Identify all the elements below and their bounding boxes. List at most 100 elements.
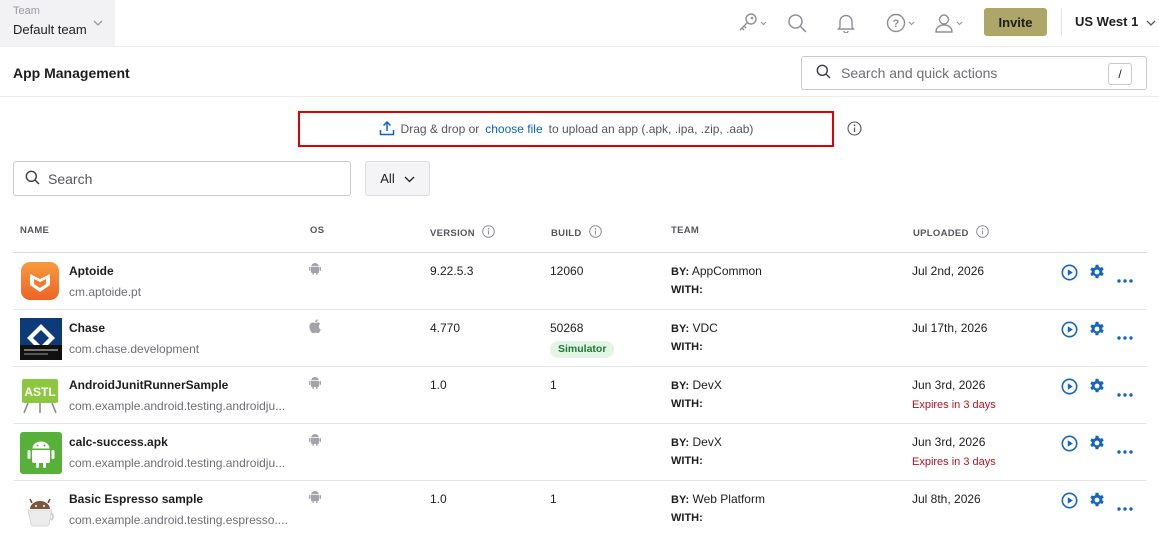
team-by: BY: Web Platform [671, 492, 765, 506]
uploaded-date: Jul 2nd, 2026 [912, 264, 985, 278]
team-by: BY: VDC [671, 321, 718, 335]
team-by-value: Web Platform [692, 492, 765, 506]
chevron-down-icon [93, 14, 103, 29]
app-package: com.example.android.testing.androidju... [69, 456, 286, 470]
team-by: BY: DevX [671, 378, 722, 392]
more-options-icon[interactable] [1117, 442, 1133, 457]
upload-prefix: Drag & drop or [400, 122, 480, 136]
app-name[interactable]: calc-success.apk [69, 435, 168, 449]
more-options-icon[interactable] [1117, 271, 1133, 286]
column-header-build[interactable]: BUILD [551, 225, 602, 241]
column-header-uploaded[interactable]: UPLOADED [913, 225, 989, 241]
android-icon [309, 433, 321, 449]
table-row[interactable]: Chase com.chase.development 4.770 50268 … [13, 310, 1147, 367]
astl-icon-text: ASTL [24, 385, 55, 399]
region-selector[interactable]: US West 1 [1075, 14, 1156, 29]
play-icon[interactable] [1061, 378, 1078, 398]
more-options-icon[interactable] [1117, 328, 1133, 343]
info-icon[interactable] [847, 121, 862, 139]
column-header-label: VERSION [430, 227, 475, 239]
app-version: 1.0 [430, 492, 447, 506]
search-icon[interactable] [787, 12, 807, 34]
app-package: com.chase.development [69, 342, 200, 356]
svg-text:?: ? [893, 18, 900, 30]
team-by-value: DevX [692, 435, 722, 449]
app-name[interactable]: AndroidJunitRunnerSample [69, 378, 228, 392]
column-header-os[interactable]: OS [310, 225, 324, 236]
user-icon[interactable] [934, 12, 966, 34]
expiry-warning: Expires in 3 days [912, 456, 996, 468]
gear-icon[interactable] [1089, 378, 1105, 397]
uploaded-date: Jul 8th, 2026 [912, 492, 981, 506]
os-filter-value: All [380, 171, 395, 186]
uploaded-date: Jun 3rd, 2026 [912, 435, 986, 449]
key-icon[interactable] [737, 12, 769, 34]
invite-button[interactable]: Invite [984, 8, 1047, 36]
column-header-label: OS [310, 225, 325, 236]
upload-suffix: to upload an app (.apk, .ipa, .zip, .aab… [548, 122, 754, 136]
app-name[interactable]: Chase [69, 321, 105, 335]
gear-icon[interactable] [1089, 264, 1105, 283]
play-icon[interactable] [1061, 321, 1078, 341]
with-label: WITH: [671, 512, 703, 524]
table-row[interactable]: Aptoide cm.aptoide.pt 9.22.5.3 12060 BY:… [13, 253, 1147, 310]
app-build: 1 [550, 378, 557, 392]
upload-icon [379, 120, 395, 139]
search-input[interactable]: Search [13, 161, 351, 196]
by-label: BY: [671, 266, 690, 278]
play-icon[interactable] [1061, 492, 1078, 512]
team-selector[interactable]: Team Default team [0, 0, 115, 46]
column-header-label: UPLOADED [913, 227, 969, 239]
simulator-badge: Simulator [550, 341, 615, 358]
app-package: com.example.android.testing.androidju... [69, 399, 286, 413]
chase-app-icon [20, 318, 62, 360]
column-header-name[interactable]: NAME [20, 225, 49, 236]
play-icon[interactable] [1061, 264, 1078, 284]
chevron-down-icon [1146, 14, 1156, 29]
region-value: US West 1 [1075, 14, 1139, 29]
search-placeholder: Search [48, 170, 93, 187]
gear-icon[interactable] [1089, 492, 1105, 511]
app-build: 50268 [550, 321, 584, 335]
app-build: 12060 [550, 264, 584, 278]
quick-search-placeholder: Search and quick actions [841, 65, 998, 81]
info-icon[interactable] [482, 225, 495, 241]
column-header-label: TEAM [671, 225, 700, 236]
with-label: WITH: [671, 398, 703, 410]
gear-icon[interactable] [1089, 321, 1105, 340]
app-name[interactable]: Aptoide [69, 264, 114, 278]
with-label: WITH: [671, 284, 703, 296]
with-label: WITH: [671, 455, 703, 467]
choose-file-link[interactable]: choose file [485, 122, 542, 136]
more-options-icon[interactable] [1117, 385, 1133, 400]
quick-search-input[interactable]: Search and quick actions / [801, 56, 1147, 90]
aptoide-app-icon [20, 261, 60, 301]
column-header-team[interactable]: TEAM [671, 225, 699, 236]
column-header-version[interactable]: VERSION [430, 225, 495, 241]
play-icon[interactable] [1061, 435, 1078, 455]
help-icon[interactable]: ? [886, 12, 918, 34]
by-label: BY: [671, 494, 690, 506]
by-label: BY: [671, 437, 690, 449]
os-filter-dropdown[interactable]: All [365, 161, 430, 196]
more-options-icon[interactable] [1117, 499, 1133, 514]
app-package: cm.aptoide.pt [69, 285, 142, 299]
gear-icon[interactable] [1089, 435, 1105, 454]
bell-icon[interactable] [837, 12, 855, 34]
shortcut-key-badge: / [1108, 63, 1132, 85]
app-version: 4.770 [430, 321, 461, 335]
table-row[interactable]: Basic Espresso sample com.example.androi… [13, 481, 1147, 535]
table-row[interactable]: calc-success.apk com.example.android.tes… [13, 424, 1147, 481]
upload-drop-zone[interactable]: Drag & drop or choose file to upload an … [298, 111, 834, 147]
app-name[interactable]: Basic Espresso sample [69, 492, 203, 506]
info-icon[interactable] [588, 225, 602, 241]
search-icon [25, 170, 40, 188]
column-header-label: BUILD [551, 227, 582, 239]
info-icon[interactable] [975, 225, 989, 241]
uploaded-date: Jul 17th, 2026 [912, 321, 988, 335]
table-row[interactable]: ASTL AndroidJunitRunnerSample com.exampl… [13, 367, 1147, 424]
page-header: App Management Search and quick actions … [0, 46, 1159, 97]
app-version: 1.0 [430, 378, 447, 392]
uploaded-date: Jun 3rd, 2026 [912, 378, 986, 392]
app-build: 1 [550, 492, 557, 506]
